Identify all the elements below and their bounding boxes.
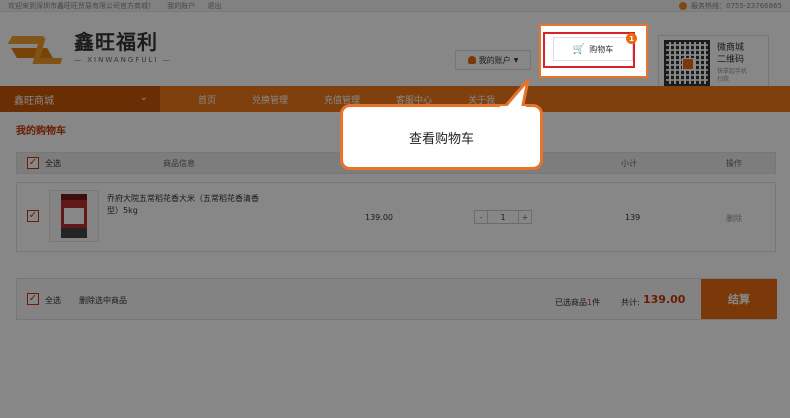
selected-prefix: 已选商品: [555, 298, 587, 307]
total-amount: 139.00: [643, 293, 686, 306]
product-image[interactable]: [49, 190, 99, 242]
tooltip-text: 查看购物车: [408, 131, 474, 147]
select-all-label: 全选: [45, 158, 61, 168]
my-account-button[interactable]: 我的账户 ▼: [455, 50, 531, 70]
header-operation: 操作: [726, 158, 742, 168]
cart-item-row: ✓ 乔府大院五常稻花香大米（五常稻花香清香型）5kg 139.00 - 1 + …: [16, 182, 776, 252]
decrease-quantity-button[interactable]: -: [474, 210, 488, 224]
top-account-link[interactable]: 我的账户: [167, 2, 195, 10]
qr-logo-icon: [682, 58, 694, 70]
qr-title-line1: 微商城: [717, 43, 745, 53]
tooltip-tail-icon: [500, 78, 530, 110]
qr-subtitle: 快拿起手机 扫我: [717, 68, 747, 84]
welcome-text: 欢迎来到深圳市鑫旺旺贸易有限公司官方商城！ 我的账户 退出: [8, 1, 231, 11]
cart-button[interactable]: 🛒 购物车 1: [553, 33, 637, 61]
product-name-link[interactable]: 乔府大院五常稻花香大米（五常稻花香清香型）5kg: [107, 193, 267, 217]
logo-text-en: — XINWANGFULI —: [74, 56, 172, 64]
logo-text-cn: 鑫旺福利: [74, 30, 158, 54]
tooltip-bubble: 查看购物车: [340, 104, 543, 170]
nav-brand-label: 鑫旺商城: [14, 95, 54, 107]
cart-footer-bar: ✓ 全选 删除选中商品 已选商品1件 共计: 139.00 结算: [16, 278, 777, 320]
phone-icon: [679, 1, 688, 10]
delete-selected-link[interactable]: 删除选中商品: [79, 295, 127, 306]
qr-code-panel: 微商城 二维码 快拿起手机 扫我: [658, 35, 769, 90]
chevron-down-icon: ⌄: [139, 92, 148, 103]
header-product-info: 商品信息: [163, 158, 195, 168]
cart-highlight-frame: 🛒 购物车 1: [539, 24, 648, 78]
logout-link[interactable]: 退出: [207, 2, 221, 10]
site-logo[interactable]: 鑫旺福利 — XINWANGFULI —: [7, 30, 172, 70]
delete-item-link[interactable]: 删除: [726, 213, 742, 224]
product-price: 139.00: [365, 213, 393, 222]
qr-title-line2: 二维码: [717, 55, 745, 65]
nav-item-home[interactable]: 首页: [198, 93, 216, 106]
cart-count-badge: 1: [626, 33, 637, 44]
quantity-input[interactable]: 1: [488, 210, 518, 224]
footer-select-all-label: 全选: [45, 296, 61, 305]
footer-select-all-checkbox[interactable]: ✓: [27, 293, 39, 305]
top-bar: 欢迎来到深圳市鑫旺旺贸易有限公司官方商城！ 我的账户 退出 服务热线：0755-…: [0, 0, 790, 12]
welcome-message: 欢迎来到深圳市鑫旺旺贸易有限公司官方商城！: [8, 1, 155, 10]
caret-down-icon: ▼: [513, 56, 519, 64]
nav-category-dropdown[interactable]: 鑫旺商城 ⌄: [0, 86, 160, 112]
hotline: 服务热线：0755-23766865: [679, 1, 782, 11]
increase-quantity-button[interactable]: +: [518, 210, 532, 224]
quantity-stepper: - 1 +: [474, 210, 532, 224]
header: 鑫旺福利 — XINWANGFULI — 我的账户 ▼ 微商城 二维码 快拿起手…: [0, 12, 790, 90]
select-all-checkbox[interactable]: ✓: [27, 157, 39, 169]
selected-count: 已选商品1件: [555, 297, 600, 308]
checkout-button[interactable]: 结算: [701, 279, 777, 319]
item-subtotal: 139: [625, 213, 641, 222]
cart-label: 购物车: [589, 44, 614, 54]
item-checkbox[interactable]: ✓: [27, 210, 39, 222]
selected-suffix: 件: [592, 298, 601, 307]
nav-item-exchange[interactable]: 兑换管理: [252, 93, 288, 106]
header-subtotal: 小计: [621, 158, 637, 168]
hotline-text: 服务热线：0755-23766865: [691, 1, 782, 10]
qr-code-icon: [664, 40, 710, 86]
cart-icon: 🛒: [572, 43, 586, 55]
qr-sub-line2: 扫我: [717, 76, 730, 83]
rice-bag-icon: [61, 194, 87, 238]
cart-highlight-inner: 🛒 购物车 1: [543, 32, 637, 68]
total-label: 共计:: [621, 298, 640, 307]
qr-title: 微商城 二维码: [717, 42, 744, 66]
qr-sub-line1: 快拿起手机: [717, 68, 748, 75]
logo-mark-icon: [7, 30, 70, 70]
user-icon: [467, 56, 476, 64]
my-account-label: 我的账户: [478, 55, 511, 65]
